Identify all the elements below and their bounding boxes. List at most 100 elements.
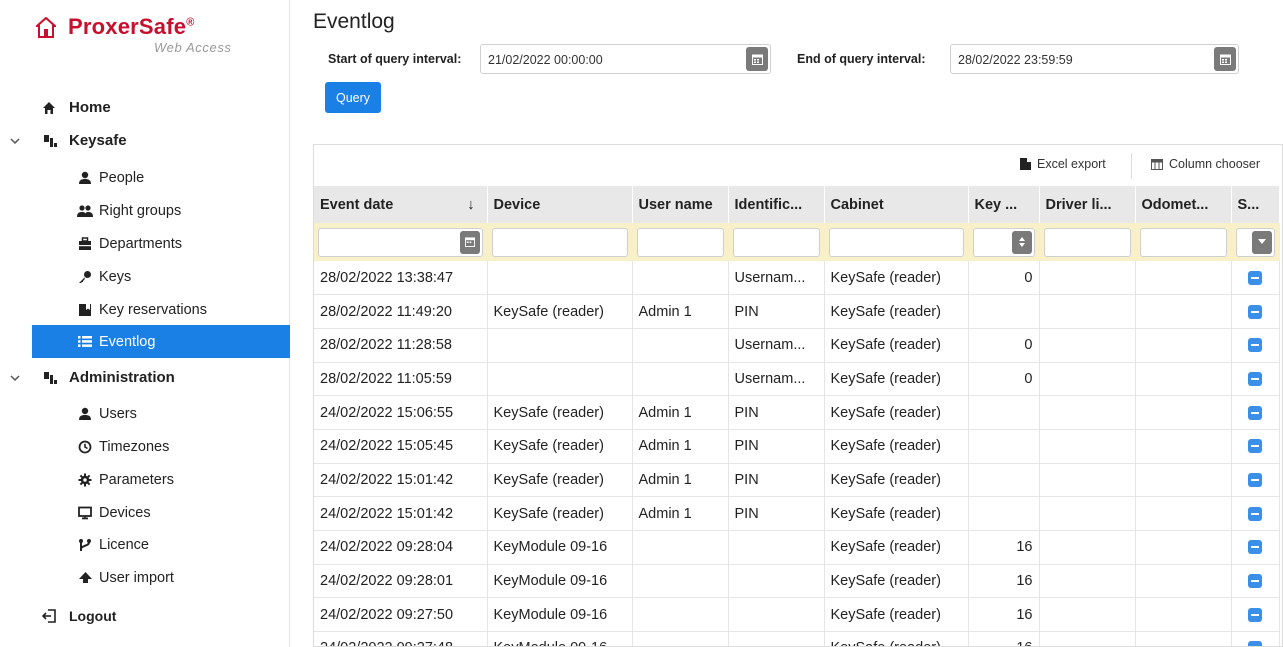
table-row[interactable]: 24/02/2022 09:27:48KeyModule 09-16 KeySaf… xyxy=(314,631,1280,646)
sidebar-item-departments[interactable]: Departments xyxy=(0,227,290,260)
sidebar-item-label: Logout xyxy=(69,607,117,624)
table-row[interactable]: 24/02/2022 09:28:04 KeyModule 09-16 KeySaf… xyxy=(314,530,1280,565)
cell-driver-licence xyxy=(1039,261,1136,296)
start-calendar-button[interactable] xyxy=(746,47,768,71)
cell-device: KeySafe (reader) xyxy=(487,395,633,430)
table-row[interactable]: 24/02/2022 09:28:01 KeyModule 09-16 KeySaf… xyxy=(314,564,1280,599)
upload-icon xyxy=(76,569,94,587)
filter-driver-licence[interactable] xyxy=(1043,227,1131,257)
cell-driver-licence xyxy=(1039,631,1136,646)
list-icon xyxy=(76,333,94,351)
cell-identification: PIN xyxy=(728,395,825,430)
sidebar-item-users[interactable]: Users xyxy=(0,397,290,430)
start-interval-input[interactable]: 21/02/2022 00:00:00 xyxy=(480,44,771,74)
column-chooser-button[interactable]: Column chooser xyxy=(1151,157,1260,171)
sidebar-item-user-import[interactable]: User import xyxy=(0,561,290,594)
table-row[interactable]: 28/02/2022 11:28:58 Usernam... KeySafe (re… xyxy=(314,328,1280,363)
status-indeterminate-checkbox[interactable] xyxy=(1248,540,1262,555)
cell-status xyxy=(1231,496,1280,531)
table-row[interactable]: 28/02/2022 13:38:47 Usernam... KeySafe (re… xyxy=(314,261,1280,296)
sidebar-item-timezones[interactable]: Timezones xyxy=(0,430,290,463)
cell-cabinet: KeySafe (reader) xyxy=(824,429,969,464)
cell-status xyxy=(1231,429,1280,464)
status-indeterminate-checkbox[interactable] xyxy=(1248,472,1262,487)
cell-event-date: 24/02/2022 15:05:45 xyxy=(314,429,488,464)
filter-key[interactable] xyxy=(972,227,1035,257)
cell-user-name xyxy=(632,328,729,363)
cell-event-date: 28/02/2022 11:28:58 xyxy=(314,328,488,363)
cell-driver-licence xyxy=(1039,294,1136,329)
column-header-status[interactable]: S... xyxy=(1231,186,1280,223)
filter-cabinet[interactable] xyxy=(828,227,964,257)
sidebar-item-right-groups[interactable]: Right groups xyxy=(0,194,290,227)
sidebar-item-label: Parameters xyxy=(99,471,174,488)
table-row[interactable]: 24/02/2022 15:05:45 KeySafe (reader) Admin… xyxy=(314,429,1280,464)
chevron-down-icon[interactable] xyxy=(8,134,22,148)
filter-status[interactable] xyxy=(1235,227,1275,257)
sidebar-item-label: Users xyxy=(99,405,137,422)
table-row[interactable]: 24/02/2022 15:06:55 KeySafe (reader) Admin… xyxy=(314,395,1280,430)
sidebar-item-home[interactable]: Home xyxy=(0,91,290,124)
cell-odometer xyxy=(1135,261,1232,296)
column-header-key[interactable]: Key ... xyxy=(968,186,1040,223)
filter-device[interactable] xyxy=(491,227,628,257)
sidebar-item-devices[interactable]: Devices xyxy=(0,496,290,529)
cell-odometer xyxy=(1135,395,1232,430)
filter-user-name[interactable] xyxy=(636,227,724,257)
sidebar-item-people[interactable]: People xyxy=(0,161,290,194)
status-indeterminate-checkbox[interactable] xyxy=(1248,607,1262,622)
cell-user-name: Admin 1 xyxy=(632,429,729,464)
status-indeterminate-checkbox[interactable] xyxy=(1248,439,1262,454)
status-indeterminate-checkbox[interactable] xyxy=(1248,506,1262,521)
filter-identification[interactable] xyxy=(732,227,820,257)
filter-calendar-button[interactable] xyxy=(459,230,480,254)
filter-event-date[interactable] xyxy=(318,227,483,257)
status-indeterminate-checkbox[interactable] xyxy=(1248,405,1262,420)
chevron-down-icon[interactable] xyxy=(8,371,22,385)
column-header-user-name[interactable]: User name xyxy=(632,186,729,223)
cell-odometer xyxy=(1135,362,1232,397)
filter-odometer[interactable] xyxy=(1139,227,1227,257)
table-row[interactable]: 28/02/2022 11:49:20 KeySafe (reader) Admin… xyxy=(314,294,1280,329)
table-row[interactable]: 24/02/2022 15:01:42 KeySafe (reader) Admin… xyxy=(314,496,1280,531)
column-header-identification[interactable]: Identific... xyxy=(728,186,825,223)
cell-user-name xyxy=(632,597,729,633)
brand-logo[interactable]: ProxerSafe® Web Access xyxy=(36,14,268,64)
number-spinner-button[interactable] xyxy=(1011,230,1032,254)
status-indeterminate-checkbox[interactable] xyxy=(1248,304,1262,319)
column-header-driver-licence[interactable]: Driver li... xyxy=(1039,186,1136,223)
cell-event-date: 24/02/2022 15:01:42 xyxy=(314,496,488,531)
sidebar-item-keysafe[interactable]: Keysafe xyxy=(0,124,290,157)
sidebar-item-parameters[interactable]: Parameters xyxy=(0,463,290,496)
column-header-device[interactable]: Device xyxy=(487,186,633,223)
column-header-event-date[interactable]: Event date ↓ xyxy=(314,186,488,223)
sidebar-item-logout[interactable]: Logout xyxy=(0,599,290,632)
excel-export-button[interactable]: Excel export xyxy=(1020,157,1106,171)
sidebar-item-label: Right groups xyxy=(99,202,182,219)
end-interval-input[interactable]: 28/02/2022 23:59:59 xyxy=(950,44,1239,74)
table-row[interactable]: 28/02/2022 11:05:59 Usernam... KeySafe (re… xyxy=(314,362,1280,397)
grid-toolbar: Excel export Column chooser xyxy=(314,145,1282,185)
status-indeterminate-checkbox[interactable] xyxy=(1248,338,1262,353)
table-row[interactable]: 24/02/2022 09:27:50 KeyModule 09-16 KeySaf… xyxy=(314,597,1280,633)
status-indeterminate-checkbox[interactable] xyxy=(1248,371,1262,386)
sidebar-item-eventlog[interactable]: Eventlog xyxy=(32,325,290,358)
cell-driver-licence xyxy=(1039,395,1136,430)
cell-status xyxy=(1231,564,1280,599)
sidebar-item-key-reservations[interactable]: Key reservations xyxy=(0,293,290,326)
sidebar-item-keys[interactable]: Keys xyxy=(0,260,290,293)
sidebar-item-administration[interactable]: Administration xyxy=(0,361,290,394)
status-indeterminate-checkbox[interactable] xyxy=(1248,574,1262,589)
column-header-cabinet[interactable]: Cabinet xyxy=(824,186,969,223)
cell-status xyxy=(1231,294,1280,329)
status-indeterminate-checkbox[interactable] xyxy=(1248,641,1262,646)
column-header-odometer[interactable]: Odomet... xyxy=(1135,186,1232,223)
dropdown-button[interactable] xyxy=(1251,230,1272,254)
status-indeterminate-checkbox[interactable] xyxy=(1248,270,1262,285)
table-row[interactable]: 24/02/2022 15:01:42 KeySafe (reader) Admin… xyxy=(314,463,1280,498)
sidebar-item-licence[interactable]: Licence xyxy=(0,528,290,561)
query-button[interactable]: Query xyxy=(325,82,381,113)
cell-key: 16 xyxy=(968,631,1040,646)
end-calendar-button[interactable] xyxy=(1214,47,1236,71)
cell-user-name: Admin 1 xyxy=(632,294,729,329)
